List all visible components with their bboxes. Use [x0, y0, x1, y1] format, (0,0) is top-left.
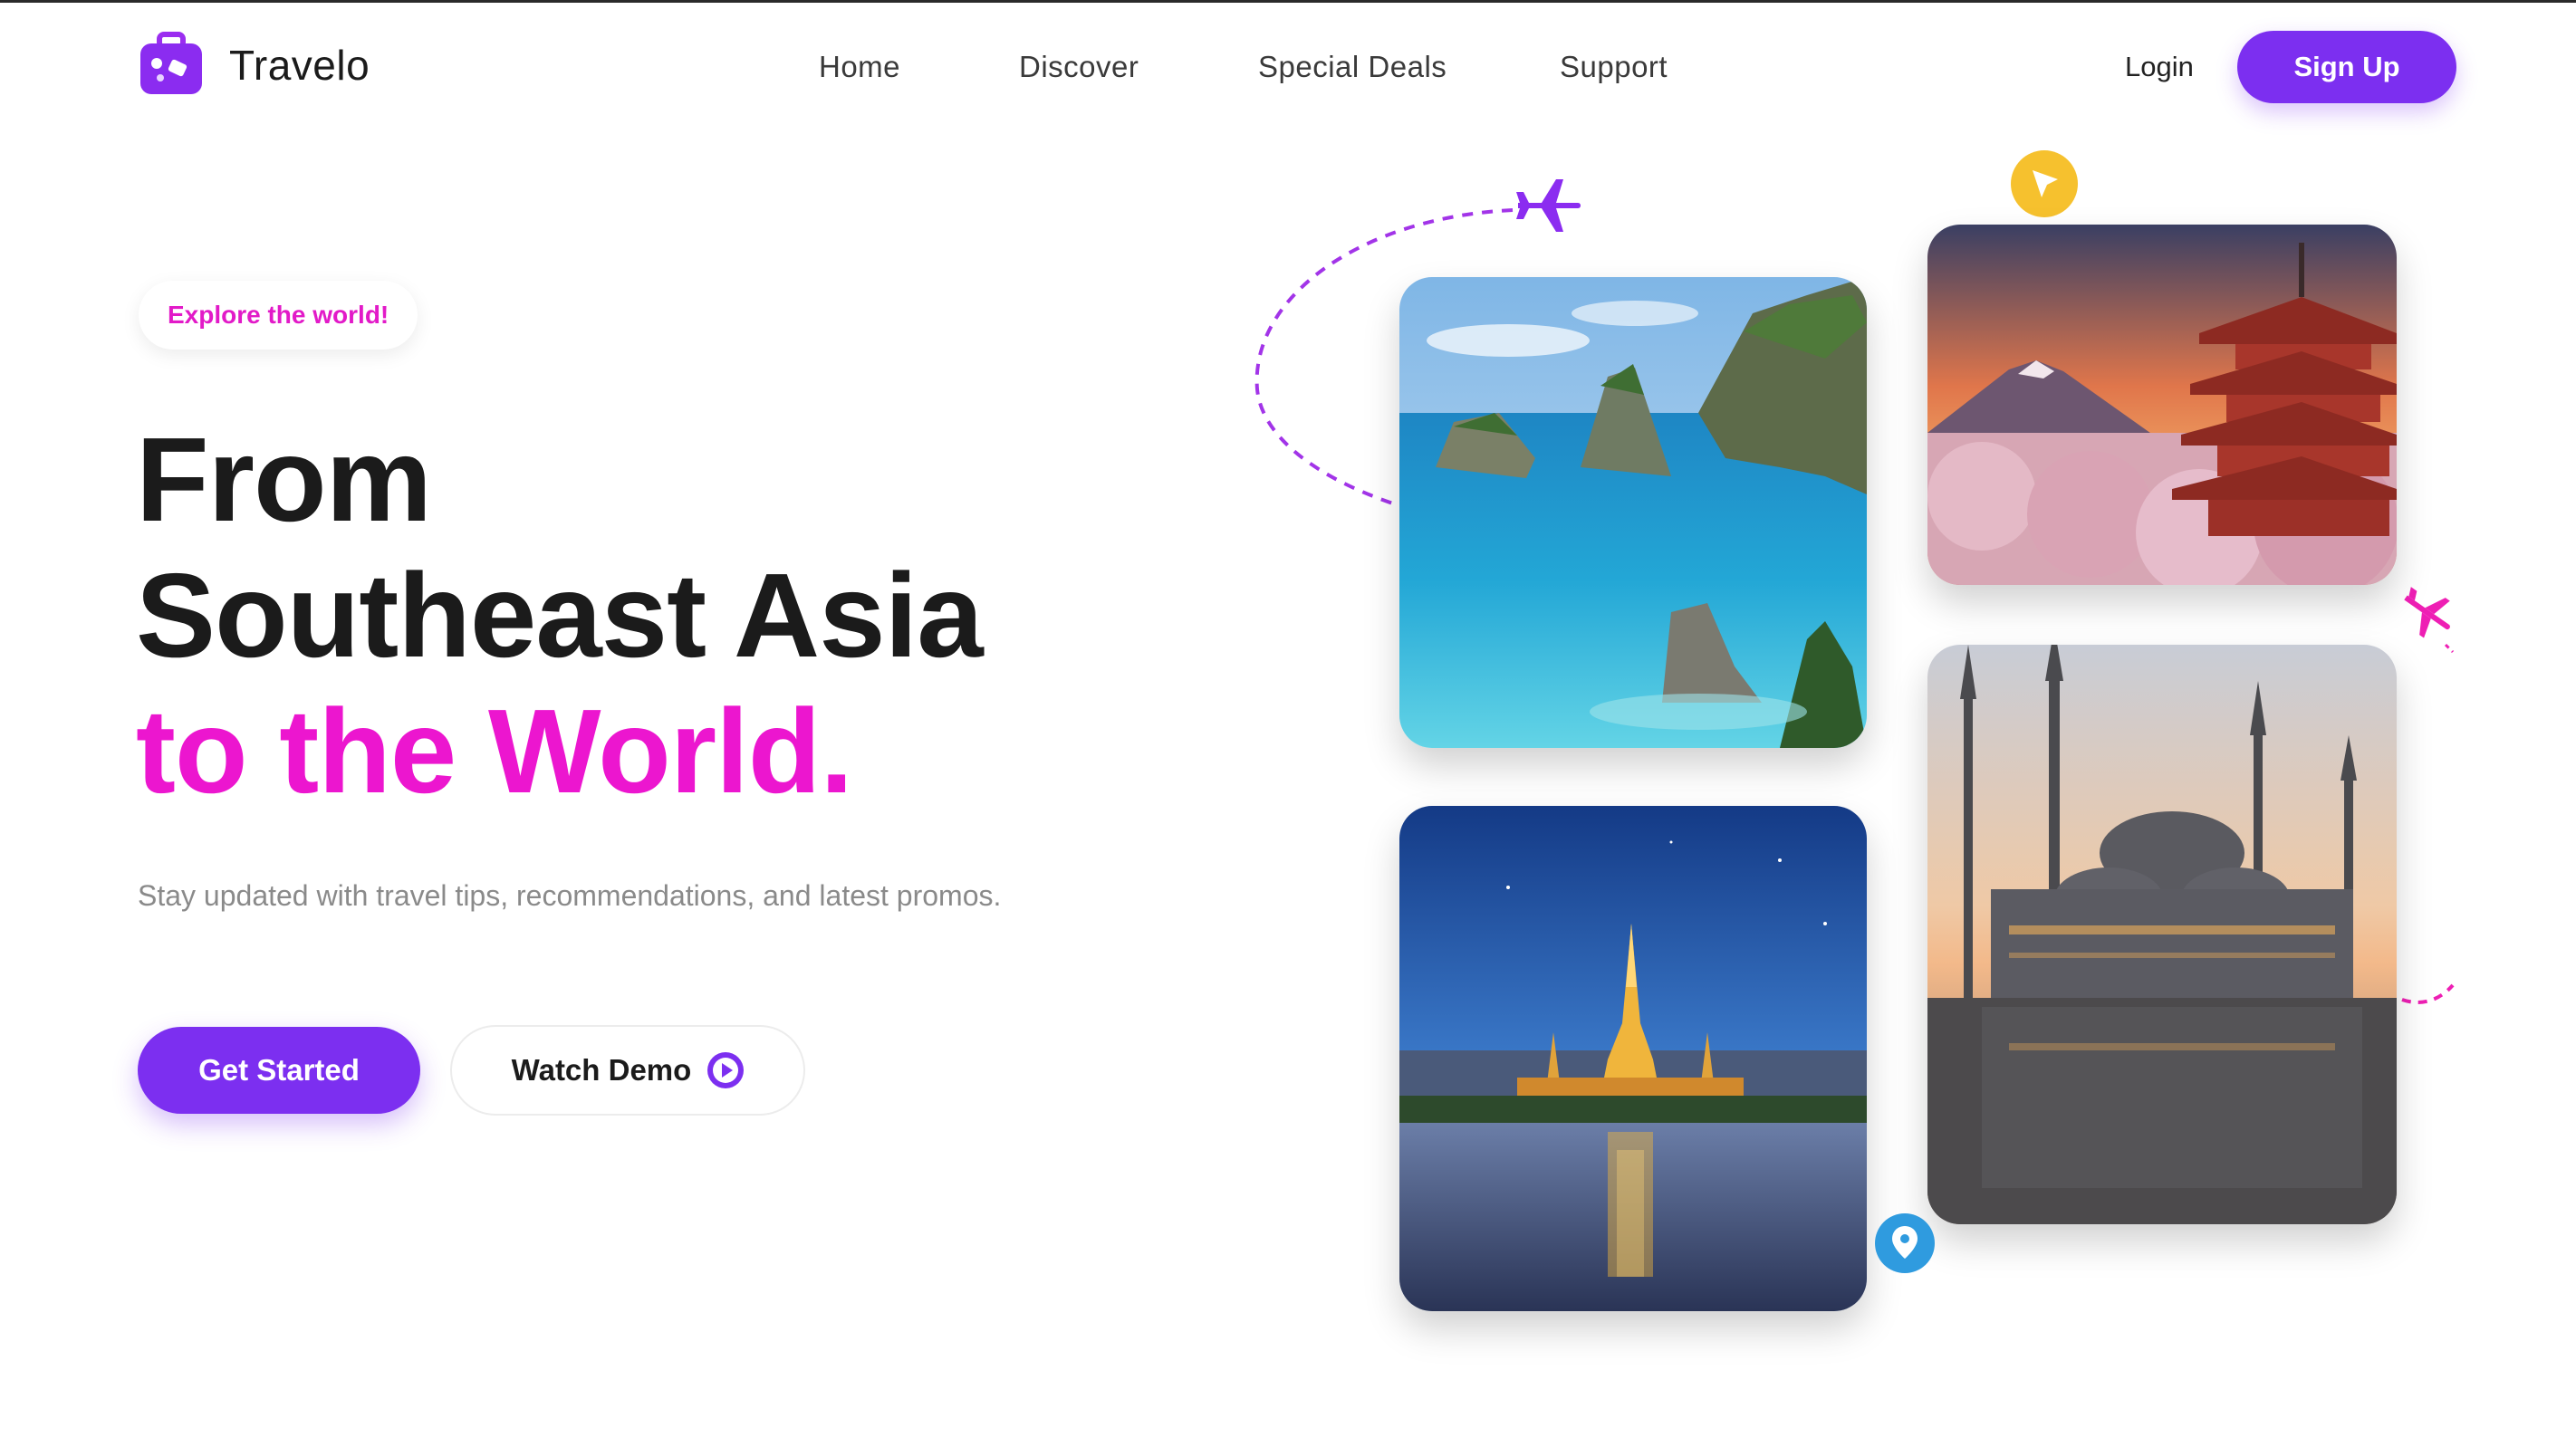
- nav-item-support[interactable]: Support: [1560, 45, 1668, 89]
- cursor-badge-icon: [2011, 150, 2078, 217]
- location-pin-icon: [1875, 1213, 1935, 1273]
- blue-mosque-photo: [1927, 645, 2397, 1224]
- nav-item-home[interactable]: Home: [819, 45, 900, 89]
- nav-item-special-deals[interactable]: Special Deals: [1258, 45, 1447, 89]
- pagoda-mount-fuji-photo: [1927, 225, 2397, 585]
- play-icon: [707, 1052, 745, 1088]
- dashed-trail: [2401, 983, 2455, 1004]
- watch-demo-label: Watch Demo: [511, 1053, 692, 1087]
- signup-button[interactable]: Sign Up: [2237, 31, 2456, 103]
- thai-temple-river-photo: [1399, 806, 1867, 1311]
- top-border: [0, 0, 2576, 3]
- login-link[interactable]: Login: [2125, 45, 2194, 89]
- hero-headline: From Southeast Asia to the World.: [136, 412, 984, 819]
- airplane-icon: [1516, 179, 1581, 232]
- airplane-pink-icon: [2404, 587, 2455, 654]
- headline-line-2: Southeast Asia: [136, 549, 984, 682]
- explore-tag: Explore the world!: [139, 281, 418, 350]
- hero-subtext: Stay updated with travel tips, recommend…: [138, 879, 1002, 912]
- headline-line-3: to the World.: [136, 685, 853, 818]
- get-started-button[interactable]: Get Started: [138, 1027, 420, 1114]
- watch-demo-button[interactable]: Watch Demo: [450, 1025, 805, 1116]
- headline-line-1: From: [136, 413, 432, 546]
- island-cliffs-photo: [1399, 277, 1867, 748]
- nav-item-discover[interactable]: Discover: [1019, 45, 1139, 89]
